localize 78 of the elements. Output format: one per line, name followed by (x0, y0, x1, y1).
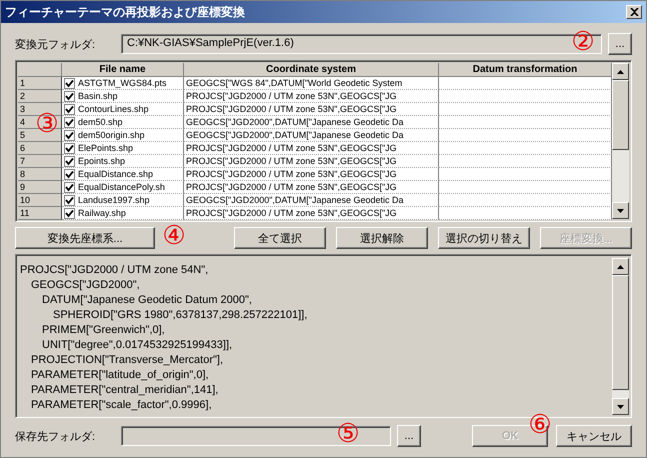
column-header[interactable]: Coordinate system (184, 63, 439, 77)
close-button[interactable] (626, 5, 642, 19)
file-name: Railway.shp (78, 207, 126, 219)
wkt-line: PROJECTION["Transverse_Mercator"], (30, 353, 224, 368)
browse-button[interactable]: ... (608, 33, 632, 55)
row-number: 7 (18, 155, 62, 168)
scroll-down-icon[interactable] (612, 398, 629, 415)
checkbox[interactable] (64, 182, 75, 192)
action-button[interactable]: 全て選択 (234, 227, 326, 249)
action-button[interactable]: 選択の切り替え (438, 227, 530, 249)
wkt-line: UNIT["degree",0.0174532925199433]], (41, 338, 234, 353)
action-button[interactable]: 変換先座標系... (15, 227, 155, 249)
checkbox[interactable] (64, 130, 75, 140)
coordinate-system-cell: PROJCS["JGD2000 / UTM zone 53N",GEOGCS["JG (184, 207, 439, 220)
checkbox[interactable] (64, 104, 75, 114)
scrollbar[interactable] (612, 63, 629, 219)
coordinate-system-cell: PROJCS["JGD2000 / UTM zone 53N",GEOGCS["JG (184, 103, 439, 116)
checkbox[interactable] (64, 194, 75, 206)
wkt-line: PARAMETER["central_meridian",141], (30, 383, 220, 398)
row-number: 10 (18, 194, 62, 207)
wkt-line: GEOGCS["JGD2000", (30, 278, 141, 293)
source-folder-label: 変換元フォルダ: (15, 38, 96, 52)
browse-button[interactable]: ... (397, 425, 421, 447)
scrollbar[interactable] (612, 258, 629, 415)
scroll-up-icon[interactable] (612, 258, 629, 275)
callout-number: ④ (161, 225, 187, 251)
scroll-thumb[interactable] (612, 275, 629, 390)
checkbox[interactable] (64, 168, 75, 180)
row-number: 1 (18, 77, 62, 90)
file-name: EqualDistance.shp (78, 168, 154, 180)
window-title: フィーチャーテーマの再投影および座標変換 (5, 4, 245, 20)
wkt-line: DATUM["Japanese Geodetic Datum 2000", (41, 293, 253, 308)
coordinate-system-cell: GEOGCS["JGD2000",DATUM["Japanese Geodetic Da (184, 129, 439, 142)
column-header[interactable]: File name (62, 63, 184, 77)
file-name: ASTGTM_WGS84.pts (78, 77, 167, 89)
file-name: dem50.shp (78, 116, 123, 128)
row-number: 6 (18, 142, 62, 155)
coordinate-system-cell: GEOGCS["JGD2000",DATUM["Japanese Geodetic Da (184, 116, 439, 129)
file-name: Epoints.shp (78, 155, 126, 167)
coordinate-system-cell: PROJCS["JGD2000 / UTM zone 53N",GEOGCS["JG (184, 155, 439, 168)
file-name: EqualDistancePoly.sh (78, 181, 165, 193)
file-name: Basin.shp (78, 90, 118, 102)
checkbox[interactable] (64, 208, 75, 218)
coordinate-system-cell: PROJCS["JGD2000 / UTM zone 53N",GEOGCS["JG (184, 90, 439, 103)
checkbox[interactable] (64, 116, 75, 128)
row-number: 11 (18, 207, 62, 220)
cancel-button[interactable]: キャンセル (556, 425, 632, 447)
file-name: dem50origin.shp (78, 129, 145, 141)
table-corner (18, 63, 62, 77)
wkt-line: PROJCS["JGD2000 / UTM zone 54N", (20, 263, 210, 278)
file-name: ContourLines.shp (78, 103, 149, 115)
coordinate-system-cell: GEOGCS["JGD2000",DATUM["Japanese Geodetic Da (184, 194, 439, 207)
save-folder-label: 保存先フォルダ: (15, 430, 96, 444)
file-name: Landuse1997.shp (78, 194, 150, 206)
coordinate-system-cell: GEOGCS["WGS 84",DATUM["World Geodetic System (184, 77, 439, 90)
close-icon (630, 8, 638, 16)
checkbox[interactable] (64, 78, 75, 88)
wkt-line: SPHEROID["GRS 1980",6378137,298.257222101]], (52, 308, 308, 323)
row-number: 8 (18, 168, 62, 181)
checkbox[interactable] (64, 90, 75, 102)
wkt-line: PARAMETER["latitude_of_origin",0], (30, 368, 210, 383)
action-button[interactable]: 選択解除 (336, 227, 428, 249)
coordinate-system-cell: PROJCS["JGD2000 / UTM zone 53N",GEOGCS["JG (184, 142, 439, 155)
scroll-down-icon[interactable] (612, 202, 629, 219)
coordinate-system-cell: PROJCS["JGD2000 / UTM zone 53N",GEOGCS["JG (184, 181, 439, 194)
row-number: 2 (18, 90, 62, 103)
row-number: 9 (18, 181, 62, 194)
file-name: ElePoints.shp (78, 142, 134, 154)
scroll-up-icon[interactable] (612, 63, 629, 80)
scroll-thumb[interactable] (612, 80, 629, 150)
checkbox[interactable] (64, 156, 75, 166)
coordinate-system-cell: PROJCS["JGD2000 / UTM zone 53N",GEOGCS["JG (184, 168, 439, 181)
wkt-line: PARAMETER["scale_factor",0.9996], (30, 398, 213, 413)
callout-number: ⑤ (335, 423, 361, 449)
checkbox[interactable] (64, 142, 75, 154)
wkt-line: PRIMEM["Greenwich",0], (41, 323, 166, 338)
callout-number: ② (570, 31, 596, 57)
column-header[interactable]: Datum transformation (439, 63, 612, 77)
